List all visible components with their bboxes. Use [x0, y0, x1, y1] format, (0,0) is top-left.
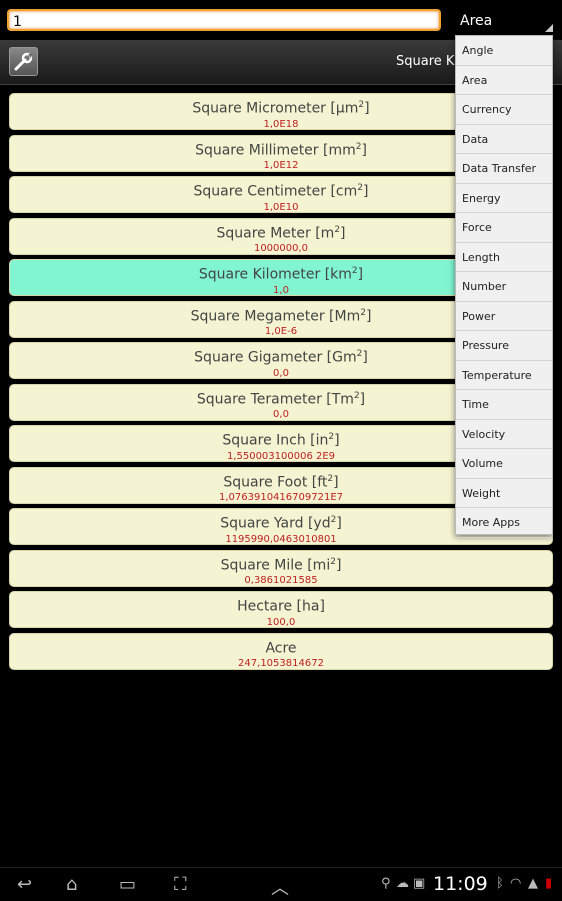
- spinner-arrow-icon: [545, 24, 553, 32]
- dropdown-item[interactable]: Data: [456, 125, 552, 154]
- unit-row[interactable]: Square Mile [mi2] 0,3861021585: [9, 549, 553, 587]
- dropdown-item[interactable]: Pressure: [456, 331, 552, 361]
- back-icon[interactable]: ↩: [17, 874, 32, 895]
- dropdown-item[interactable]: Area: [456, 66, 552, 95]
- recent-apps-icon[interactable]: ▭: [119, 874, 136, 895]
- dropdown-item[interactable]: Number: [456, 272, 552, 302]
- unit-value: 247,1053814672: [238, 658, 324, 670]
- unit-name: Hectare [ha]: [237, 598, 325, 615]
- clock: 11:09: [433, 873, 488, 895]
- dropdown-item[interactable]: Length: [456, 243, 552, 272]
- dropdown-item[interactable]: Velocity: [456, 420, 552, 449]
- dropdown-item[interactable]: Weight: [456, 479, 552, 508]
- wrench-icon: [14, 52, 33, 71]
- dropdown-item[interactable]: Temperature: [456, 361, 552, 390]
- wifi-icon: ◠: [510, 876, 522, 891]
- unit-value: 0,3861021585: [244, 575, 318, 587]
- up-arrow-icon[interactable]: ︿: [271, 874, 289, 900]
- category-spinner[interactable]: Area: [456, 10, 556, 34]
- battery-icon: ▮: [545, 876, 553, 891]
- dropdown-item[interactable]: Energy: [456, 184, 552, 213]
- category-label: Area: [460, 13, 493, 29]
- image-icon: ▣: [413, 876, 426, 891]
- dropdown-item[interactable]: Angle: [456, 36, 552, 66]
- system-nav-bar: ↩ ⌂ ▭ ⛶ ︿ ⚲ ☁ ▣ 11:09 ᛒ ◠ ▲ ▮: [0, 867, 562, 901]
- unit-name: Square Mile [mi2]: [220, 556, 342, 574]
- top-bar: 1 Area: [0, 0, 562, 40]
- bluetooth-icon: ᛒ: [496, 876, 504, 891]
- value-input[interactable]: 1: [7, 9, 441, 31]
- dropdown-item[interactable]: More Apps: [456, 508, 552, 538]
- unit-row[interactable]: Hectare [ha] 100,0: [9, 591, 553, 628]
- screenshot-icon[interactable]: ⛶: [174, 874, 187, 895]
- dropdown-item[interactable]: Data Transfer: [456, 154, 552, 184]
- selected-unit-label: Square Ki: [396, 54, 459, 69]
- cloud-icon: ☁: [396, 876, 409, 891]
- signal-icon: ▲: [528, 876, 538, 891]
- usb-icon: ⚲: [381, 876, 391, 891]
- unit-row[interactable]: Acre 247,1053814672: [9, 632, 553, 670]
- dropdown-item[interactable]: Time: [456, 390, 552, 420]
- dropdown-item[interactable]: Currency: [456, 95, 552, 125]
- home-icon[interactable]: ⌂: [66, 874, 77, 895]
- dropdown-item[interactable]: Power: [456, 302, 552, 331]
- unit-value: 100,0: [266, 616, 296, 628]
- dropdown-item[interactable]: Volume: [456, 449, 552, 479]
- category-dropdown: Angle Area Currency Data Data Transfer Energy…: [455, 35, 553, 538]
- unit-name: Acre: [265, 640, 297, 657]
- dropdown-item[interactable]: Force: [456, 213, 552, 243]
- settings-button[interactable]: [9, 47, 38, 76]
